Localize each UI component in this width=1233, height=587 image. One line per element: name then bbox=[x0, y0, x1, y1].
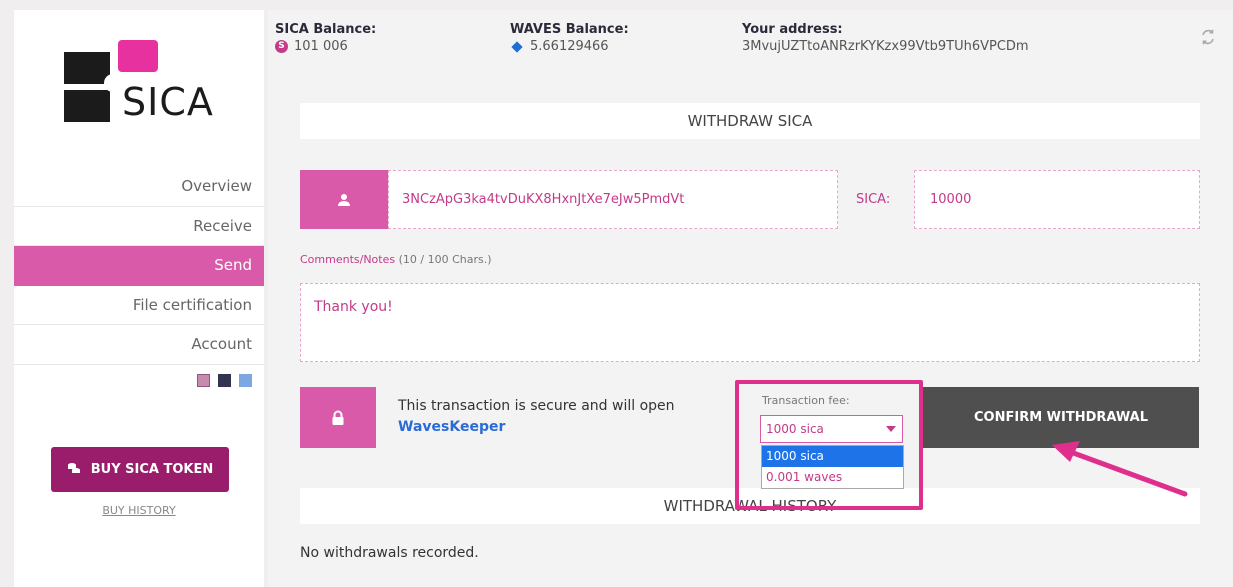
your-address-value[interactable]: 3MvujUZTtoANRzrKYKzx99Vtb9TUh6VPCDm bbox=[742, 39, 1029, 54]
amount-label: SICA: bbox=[856, 192, 891, 207]
sica-balance-value: 101 006 bbox=[294, 39, 348, 54]
buy-sica-token-label: BUY SICA TOKEN bbox=[90, 462, 214, 477]
waves-balance-label: WAVES Balance: bbox=[510, 22, 629, 37]
app-frame: SICA Overview Receive Send File certific… bbox=[0, 0, 1233, 587]
theme-swatch-dark[interactable] bbox=[218, 374, 231, 387]
theme-swatch-pink[interactable] bbox=[197, 374, 210, 387]
secure-notice: This transaction is secure and will open… bbox=[398, 396, 675, 438]
comments-label: Comments/Notes (10 / 100 Chars.) bbox=[300, 253, 492, 266]
withdraw-title: WITHDRAW SICA bbox=[300, 103, 1200, 139]
recipient-address-input[interactable]: 3NCzApG3ka4tvDuKX8HxnJtXe7eJw5PmdVt bbox=[388, 170, 838, 229]
sica-balance: SICA Balance: S 101 006 bbox=[275, 22, 376, 54]
sidebar-item-account[interactable]: Account bbox=[14, 325, 264, 365]
sidebar-item-send[interactable]: Send bbox=[14, 246, 264, 286]
theme-swatch-blue[interactable] bbox=[239, 374, 252, 387]
your-address-label: Your address: bbox=[742, 22, 843, 37]
your-address: Your address: 3MvujUZTtoANRzrKYKzx99Vtb9… bbox=[742, 22, 1029, 54]
user-icon bbox=[300, 170, 388, 229]
lock-icon bbox=[300, 387, 376, 448]
buy-history-link[interactable]: BUY HISTORY bbox=[14, 504, 264, 517]
sica-logo: SICA bbox=[64, 40, 234, 130]
waves-balance-value: 5.66129466 bbox=[530, 39, 609, 54]
waveskeeper-link[interactable]: WavesKeeper bbox=[398, 417, 675, 438]
amount-input[interactable]: 10000 bbox=[914, 170, 1200, 229]
secure-text: This transaction is secure and will open bbox=[398, 398, 675, 414]
confirm-withdrawal-button[interactable]: CONFIRM WITHDRAWAL bbox=[923, 387, 1199, 448]
logo-text: SICA bbox=[122, 80, 214, 124]
waves-diamond-icon bbox=[511, 40, 523, 53]
sica-coin-icon: S bbox=[275, 40, 288, 53]
notes-textarea[interactable]: Thank you! bbox=[300, 283, 1200, 362]
refresh-icon[interactable] bbox=[1199, 28, 1217, 51]
no-withdrawals-text: No withdrawals recorded. bbox=[300, 545, 479, 561]
buy-sica-token-button[interactable]: BUY SICA TOKEN bbox=[51, 447, 229, 492]
sidebar: SICA Overview Receive Send File certific… bbox=[14, 10, 264, 587]
coins-icon bbox=[67, 461, 81, 479]
sidebar-nav: Overview Receive Send File certification… bbox=[14, 167, 264, 365]
comments-char-count: (10 / 100 Chars.) bbox=[398, 253, 492, 266]
main-panel: SICA Balance: S 101 006 WAVES Balance: 5… bbox=[268, 10, 1233, 587]
sidebar-item-file-certification[interactable]: File certification bbox=[14, 286, 264, 325]
fee-highlight-box bbox=[735, 380, 923, 510]
comments-label-text: Comments/Notes bbox=[300, 253, 396, 266]
theme-swatches bbox=[197, 374, 252, 387]
sidebar-item-receive[interactable]: Receive bbox=[14, 207, 264, 246]
sica-balance-label: SICA Balance: bbox=[275, 22, 377, 37]
waves-balance: WAVES Balance: 5.66129466 bbox=[510, 22, 629, 54]
sidebar-item-overview[interactable]: Overview bbox=[14, 167, 264, 207]
